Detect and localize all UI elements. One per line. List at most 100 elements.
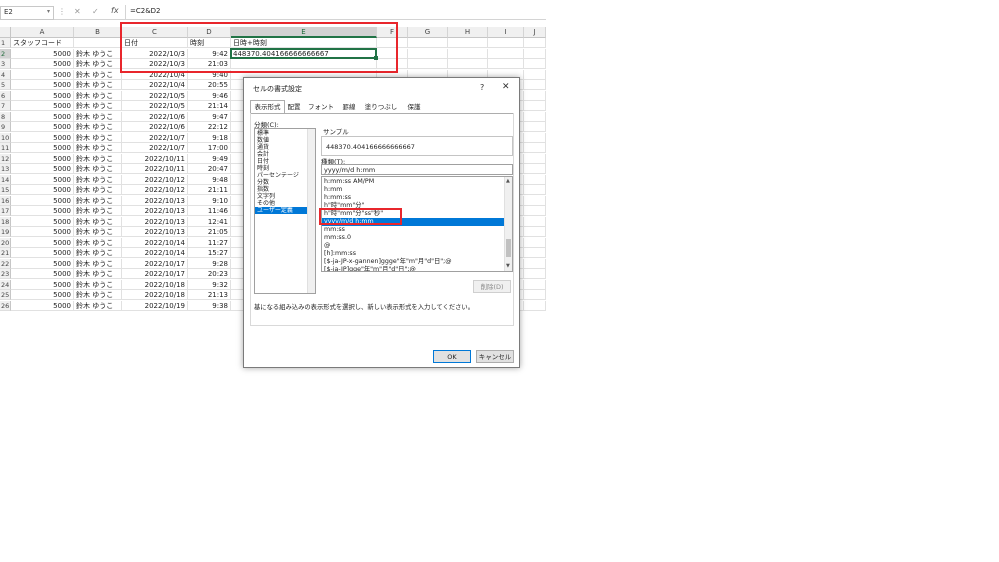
cell[interactable]: 鈴木 ゆうこ [74, 237, 122, 248]
row-header[interactable]: 3 [0, 59, 11, 69]
cell[interactable]: 鈴木 ゆうこ [74, 90, 122, 101]
cell[interactable] [524, 258, 546, 269]
cell[interactable] [524, 290, 546, 300]
cell[interactable] [524, 153, 546, 164]
cell[interactable] [524, 111, 546, 122]
cell[interactable]: 5000 [11, 258, 74, 269]
category-list[interactable]: 標準 数値 通貨 会計 日付 時刻 パーセンテージ 分数 指数 文字列 その他 ユーザー定義 [254, 128, 316, 294]
cell[interactable]: 鈴木 ゆうこ [74, 111, 122, 122]
cell[interactable] [408, 38, 448, 48]
row-header[interactable]: 23 [0, 269, 11, 279]
row-header[interactable]: 13 [0, 164, 11, 174]
row-header[interactable]: 5 [0, 80, 11, 90]
cell[interactable]: 5000 [11, 80, 74, 90]
tab-alignment[interactable]: 配置 [284, 101, 304, 113]
cell[interactable]: 9:28 [188, 258, 231, 269]
cell[interactable]: 21:11 [188, 185, 231, 195]
category-item[interactable]: 時刻 [255, 165, 307, 172]
cell[interactable] [524, 101, 546, 111]
format-item[interactable]: @ [322, 242, 504, 250]
cell[interactable]: 5000 [11, 48, 74, 59]
cancel-icon[interactable]: ✕ [74, 7, 81, 16]
cell[interactable]: 9:47 [188, 111, 231, 122]
cell[interactable] [524, 300, 546, 311]
cell[interactable]: 5000 [11, 237, 74, 248]
cell[interactable] [524, 48, 546, 59]
cell[interactable] [524, 174, 546, 185]
cell[interactable] [524, 279, 546, 290]
cell[interactable]: 9:48 [188, 174, 231, 185]
cell[interactable] [524, 132, 546, 143]
cell[interactable]: 21:13 [188, 290, 231, 300]
cell[interactable]: 鈴木 ゆうこ [74, 185, 122, 195]
cell[interactable]: 鈴木 ゆうこ [74, 69, 122, 80]
row-header[interactable]: 2 [0, 48, 11, 59]
format-item[interactable]: [$-ja-JP]gge"年"m"月"d"日";@ [322, 266, 504, 271]
cell[interactable]: 22:12 [188, 122, 231, 132]
cell[interactable]: 2022/10/4 [122, 80, 188, 90]
cell[interactable] [488, 59, 524, 69]
row-header[interactable]: 1 [0, 38, 11, 48]
row-header[interactable]: 7 [0, 101, 11, 111]
column-header-j[interactable]: J [524, 27, 546, 38]
cell[interactable]: 鈴木 ゆうこ [74, 195, 122, 206]
category-item[interactable]: ユーザー定義 [255, 207, 307, 214]
cell[interactable]: 2022/10/13 [122, 195, 188, 206]
cell[interactable]: 2022/10/6 [122, 122, 188, 132]
delete-button[interactable]: 削除(D) [473, 280, 511, 293]
format-item[interactable]: h:mm:ss [322, 194, 504, 202]
cell[interactable]: 5000 [11, 279, 74, 290]
column-header-h[interactable]: H [448, 27, 488, 38]
cell[interactable] [524, 248, 546, 258]
format-item[interactable]: mm:ss [322, 226, 504, 234]
cell[interactable]: 5000 [11, 248, 74, 258]
cell[interactable]: 5000 [11, 206, 74, 216]
select-all-corner[interactable] [0, 27, 11, 38]
cell[interactable]: 21:14 [188, 101, 231, 111]
cell[interactable]: 5000 [11, 153, 74, 164]
format-item[interactable]: [h]:mm:ss [322, 250, 504, 258]
cell[interactable] [524, 185, 546, 195]
cell[interactable]: 2022/10/12 [122, 174, 188, 185]
cell[interactable]: 鈴木 ゆうこ [74, 174, 122, 185]
cell[interactable]: 2022/10/7 [122, 132, 188, 143]
cell[interactable]: 鈴木 ゆうこ [74, 132, 122, 143]
cell[interactable]: 9:10 [188, 195, 231, 206]
row-header[interactable]: 9 [0, 122, 11, 132]
column-header-i[interactable]: I [488, 27, 524, 38]
format-item[interactable]: h:mm:ss AM/PM [322, 178, 504, 186]
format-scrollbar[interactable]: ▲ ▼ [504, 177, 512, 271]
cell[interactable]: 5000 [11, 132, 74, 143]
cell[interactable] [74, 38, 122, 48]
category-item[interactable]: 日付 [255, 158, 307, 165]
row-header[interactable]: 19 [0, 227, 11, 237]
help-icon[interactable]: ? [480, 83, 484, 92]
category-item[interactable]: 標準 [255, 130, 307, 137]
cell[interactable]: 2022/10/7 [122, 143, 188, 153]
cell[interactable] [488, 48, 524, 59]
cell[interactable]: 鈴木 ゆうこ [74, 279, 122, 290]
cell[interactable]: 鈴木 ゆうこ [74, 164, 122, 174]
category-item[interactable]: 通貨 [255, 144, 307, 151]
cell[interactable]: 鈴木 ゆうこ [74, 258, 122, 269]
cell[interactable]: 17:00 [188, 143, 231, 153]
chevron-down-icon[interactable]: ▾ [47, 8, 50, 15]
cancel-button[interactable]: キャンセル [476, 350, 514, 363]
cell[interactable] [524, 216, 546, 227]
row-header[interactable]: 24 [0, 279, 11, 290]
cell[interactable]: 鈴木 ゆうこ [74, 48, 122, 59]
row-header[interactable]: 22 [0, 258, 11, 269]
cell[interactable]: 2022/10/18 [122, 279, 188, 290]
cell[interactable]: 鈴木 ゆうこ [74, 206, 122, 216]
cell[interactable]: 2022/10/13 [122, 216, 188, 227]
cell[interactable]: 9:49 [188, 153, 231, 164]
cell[interactable]: 20:55 [188, 80, 231, 90]
row-header[interactable]: 11 [0, 143, 11, 153]
cell[interactable] [524, 38, 546, 48]
category-item[interactable]: 指数 [255, 186, 307, 193]
category-item[interactable]: 会計 [255, 151, 307, 158]
cell[interactable]: 21:05 [188, 227, 231, 237]
cell[interactable]: 鈴木 ゆうこ [74, 216, 122, 227]
row-header[interactable]: 26 [0, 300, 11, 311]
category-item[interactable]: パーセンテージ [255, 172, 307, 179]
